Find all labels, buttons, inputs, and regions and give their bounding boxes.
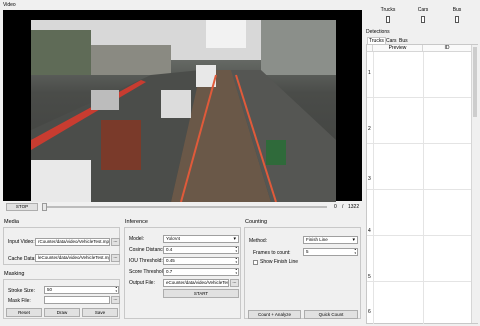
video-display	[3, 10, 362, 202]
row-divider	[373, 190, 374, 236]
score-threshold-label: Score Threshold:	[129, 269, 167, 275]
frames-to-count-spinbox[interactable]: 5	[303, 248, 358, 256]
mask-file-field[interactable]	[44, 296, 110, 304]
masking-title: Masking	[4, 271, 25, 277]
cache-data-field[interactable]: leCounter/data/video/VehicleTest.mp4	[35, 254, 110, 262]
output-file-label: Output File:	[129, 280, 155, 286]
detections-title: Detections	[366, 29, 390, 35]
model-label: Model:	[129, 236, 145, 242]
reset-button[interactable]: Reset	[6, 308, 42, 317]
method-select[interactable]: Finish Line	[303, 236, 358, 244]
column-header-preview[interactable]: Preview	[373, 45, 423, 52]
counter-cars-label: Cars	[417, 7, 429, 13]
counter-cars-value	[421, 16, 425, 23]
masking-panel: Stroke Size: 50 Mask File: ... Reset Dra…	[3, 279, 120, 319]
detections-scrollbar[interactable]	[471, 45, 478, 323]
count-analyze-button[interactable]: Count + Analyze	[248, 310, 301, 319]
column-header-id[interactable]: ID	[423, 45, 471, 52]
row-divider	[373, 282, 374, 324]
method-label: Method:	[249, 238, 268, 244]
table-row[interactable]: 3	[367, 144, 471, 190]
traffic-scene-image	[31, 20, 336, 202]
row-number: 6	[368, 309, 371, 315]
stroke-size-label: Stroke Size:	[8, 288, 35, 294]
video-section-title: Video	[3, 2, 16, 8]
row-divider	[373, 144, 374, 190]
row-divider	[423, 282, 424, 324]
media-title: Media	[4, 219, 19, 225]
counting-panel: Method: Finish Line Frames to count: 5 S…	[244, 227, 361, 319]
row-divider	[423, 52, 424, 98]
row-divider	[373, 52, 374, 98]
stroke-size-spinbox[interactable]: 50	[44, 286, 119, 294]
row-divider	[423, 144, 424, 190]
detections-table: Preview ID 1 2 3 4 5 6	[366, 44, 478, 324]
frames-to-count-label: Frames to count:	[253, 250, 291, 256]
counter-bus: Bus	[447, 7, 467, 13]
scrollbar-thumb[interactable]	[473, 47, 477, 117]
inference-title: Inference	[125, 219, 148, 225]
row-number: 5	[368, 274, 371, 280]
row-divider	[373, 98, 374, 144]
row-number: 4	[368, 228, 371, 234]
tab-trucks[interactable]: Trucks	[367, 37, 386, 44]
iou-threshold-spinbox[interactable]: 0.45	[163, 257, 239, 265]
input-video-label: Input Video:	[8, 239, 35, 245]
show-finish-line-label: Show Finish Line	[260, 259, 299, 265]
row-number: 3	[368, 176, 371, 182]
score-threshold-spinbox[interactable]: 0.7	[163, 268, 239, 276]
draw-button[interactable]: Draw	[44, 308, 80, 317]
table-row[interactable]: 1	[367, 52, 471, 98]
iou-threshold-label: IOU Threshold:	[129, 258, 163, 264]
row-divider	[423, 98, 424, 144]
save-button[interactable]: Save	[82, 308, 118, 317]
stop-button[interactable]: STOP	[6, 203, 38, 211]
row-divider	[423, 236, 424, 282]
table-row[interactable]: 2	[367, 98, 471, 144]
output-file-browse-button[interactable]: ...	[230, 279, 239, 287]
counter-trucks-label: Trucks	[380, 7, 396, 13]
output-file-field[interactable]: eCounter/data/video/VehicleTest	[163, 279, 229, 287]
counting-title: Counting	[245, 219, 268, 225]
counter-bus-label: Bus	[452, 7, 462, 13]
cache-data-browse-button[interactable]: ...	[111, 254, 120, 262]
input-video-browse-button[interactable]: ...	[111, 238, 120, 246]
mask-file-label: Mask File:	[8, 298, 31, 304]
mask-file-browse-button[interactable]: ...	[111, 296, 120, 304]
counter-trucks-value	[386, 16, 390, 23]
model-select[interactable]: YoloV4	[163, 235, 239, 243]
row-number: 2	[368, 126, 371, 132]
table-row[interactable]: 4	[367, 190, 471, 236]
counter-panel: Trucks Cars Bus	[366, 4, 478, 24]
frame-separator: /	[342, 204, 344, 210]
row-divider	[423, 190, 424, 236]
start-button[interactable]: START	[163, 289, 239, 298]
table-header: Preview ID	[367, 45, 471, 52]
counter-trucks: Trucks	[378, 7, 398, 13]
frame-current: 0	[334, 204, 337, 210]
detections-panel: Trucks Cars Bus Preview ID 1 2 3 4 5 6	[366, 36, 478, 324]
row-divider	[373, 236, 374, 282]
frame-slider-handle[interactable]	[42, 203, 47, 211]
cosine-distance-spinbox[interactable]: 0.4	[163, 246, 239, 254]
input-video-field[interactable]: rCounter/data/video/VehicleTest.mp4	[35, 238, 110, 246]
frame-total: 1322	[348, 204, 360, 210]
counter-bus-value	[455, 16, 459, 23]
media-panel: Input Video: rCounter/data/video/Vehicle…	[3, 227, 120, 265]
table-row[interactable]: 5	[367, 236, 471, 282]
cache-data-label: Cache Data:	[8, 256, 36, 262]
show-finish-line-checkbox[interactable]	[253, 260, 258, 265]
row-number: 1	[368, 70, 371, 76]
counter-cars: Cars	[413, 7, 433, 13]
video-frame	[31, 20, 336, 202]
table-row[interactable]: 6	[367, 282, 471, 324]
quick-count-button[interactable]: Quick Count	[304, 310, 358, 319]
inference-panel: Model: YoloV4 Cosine Distance: 0.4 IOU T…	[124, 227, 241, 319]
frame-slider-track[interactable]	[42, 206, 327, 208]
cosine-distance-label: Cosine Distance:	[129, 247, 167, 253]
